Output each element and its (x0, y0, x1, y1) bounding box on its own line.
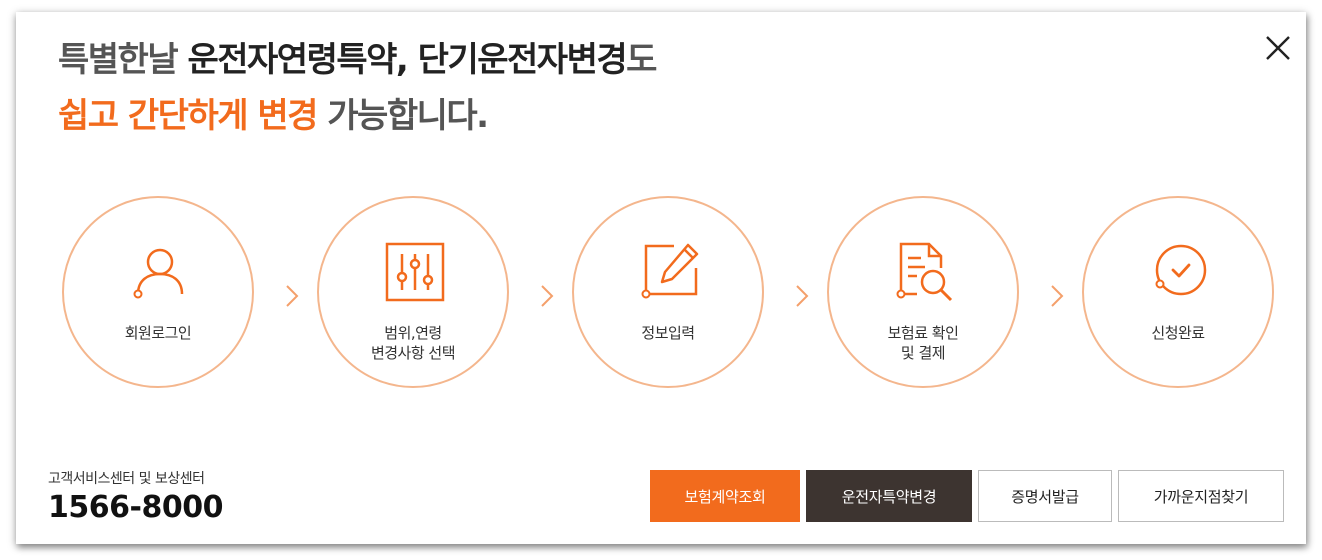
headline-line-2: 쉽고 간단하게 변경 가능합니다. (58, 88, 656, 144)
driver-change-button[interactable]: 운전자특약변경 (806, 470, 972, 522)
step-label-line: 정보입력 (641, 324, 695, 342)
sliders-icon (385, 242, 445, 302)
step-select-options: 범위,연령 변경사항 선택 (317, 196, 509, 388)
headline-line-1: 특별한날 운전자연령특약, 단기운전자변경도 (58, 32, 657, 88)
step-label-line: 범위,연령 (384, 324, 442, 342)
check-circle-icon (1155, 244, 1207, 296)
chevron-right-icon (541, 285, 554, 307)
headline-accent: 쉽고 간단하게 변경 (58, 96, 318, 136)
step-login: 회원로그인 (62, 196, 254, 388)
step-label-line: 변경사항 선택 (370, 344, 456, 362)
headline-text: 특별한날 (58, 40, 188, 80)
close-icon (1266, 36, 1290, 60)
step-label-line: 보험료 확인 (887, 324, 959, 342)
find-branch-button[interactable]: 가까운지점찾기 (1118, 470, 1284, 522)
customer-service-title: 고객서비스센터 및 보상센터 (48, 471, 205, 487)
headline-text-tail: 가능합니다. (316, 96, 489, 136)
headline-highlight: 운전자연령특약, 단기운전자변경 (187, 40, 627, 80)
edit-icon (641, 243, 699, 299)
headline: 특별한날 운전자연령특약, 단기운전자변경도 쉽고 간단하게 변경 가능합니다. (58, 32, 657, 144)
certificate-button[interactable]: 증명서발급 (978, 470, 1112, 522)
chevron-right-icon (1051, 285, 1064, 307)
customer-service-phone: 1566-8000 (48, 490, 223, 525)
customer-service-info: 고객서비스센터 및 보상센터 1566-8000 (48, 468, 223, 525)
user-icon (133, 248, 184, 299)
step-enter-info: 정보입력 (572, 196, 764, 388)
step-label: 보험료 확인 및 결제 (829, 323, 1017, 363)
step-premium-payment: 보험료 확인 및 결제 (827, 196, 1019, 388)
step-label: 정보입력 (574, 323, 762, 343)
step-label-line: 회원로그인 (124, 324, 192, 342)
contract-inquiry-button[interactable]: 보험계약조회 (650, 470, 800, 522)
headline-text-end: 도 (626, 40, 657, 80)
step-label-line: 및 결제 (900, 344, 946, 362)
step-label: 신청완료 (1084, 323, 1272, 343)
document-search-icon (896, 242, 953, 302)
step-label-line: 신청완료 (1151, 324, 1205, 342)
close-button[interactable] (1262, 32, 1294, 64)
chevron-right-icon (796, 285, 809, 307)
modal-popup: 특별한날 운전자연령특약, 단기운전자변경도 쉽고 간단하게 변경 가능합니다.… (16, 12, 1306, 544)
step-label: 회원로그인 (64, 323, 252, 343)
step-complete: 신청완료 (1082, 196, 1274, 388)
chevron-right-icon (286, 285, 299, 307)
step-label: 범위,연령 변경사항 선택 (319, 323, 507, 363)
